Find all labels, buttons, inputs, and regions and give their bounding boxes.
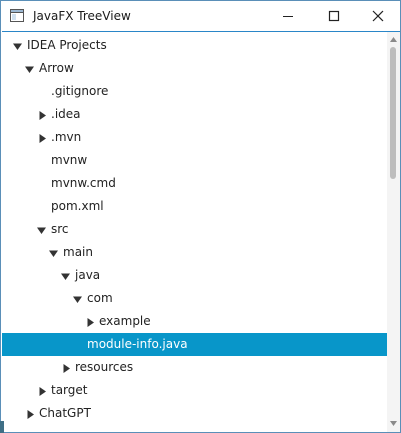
tree-item-mvnw[interactable]: mvnw: [2, 149, 387, 172]
tree-item-arrow[interactable]: Arrow: [2, 57, 387, 80]
scroll-up-icon[interactable]: [390, 36, 397, 43]
tree-item-pom-xml[interactable]: pom.xml: [2, 195, 387, 218]
tree-item-label: .mvn: [51, 130, 82, 144]
expanded-arrow-icon[interactable]: [13, 42, 22, 51]
close-button[interactable]: [355, 1, 400, 31]
tree-item-label: pom.xml: [51, 199, 104, 213]
collapsed-arrow-icon[interactable]: [26, 410, 35, 419]
window-title: JavaFX TreeView: [33, 9, 131, 23]
minimize-icon: [283, 16, 293, 17]
tree-item-chatgpt[interactable]: ChatGPT: [2, 402, 387, 425]
tree-item-com[interactable]: com: [2, 287, 387, 310]
tree-view[interactable]: IDEA Projects Arrow .gitignore .idea .mv…: [2, 31, 387, 432]
tree-item-label: resources: [75, 360, 134, 374]
maximize-button[interactable]: [311, 1, 357, 31]
desktop-edge: [0, 421, 4, 433]
tree-item-label: main: [63, 245, 93, 259]
collapsed-arrow-icon[interactable]: [86, 318, 95, 327]
tree-item-mvnw-cmd[interactable]: mvnw.cmd: [2, 172, 387, 195]
expanded-arrow-icon[interactable]: [73, 295, 82, 304]
collapsed-arrow-icon[interactable]: [38, 111, 47, 120]
tree-item-main[interactable]: main: [2, 241, 387, 264]
tree-item-label: com: [87, 291, 113, 305]
tree-item-target[interactable]: target: [2, 379, 387, 402]
tree-item-label: .gitignore: [51, 84, 109, 98]
tree-item-label: src: [51, 222, 69, 236]
app-window: JavaFX TreeView IDEA Projects Arrow .git…: [0, 0, 401, 433]
minimize-button[interactable]: [265, 1, 311, 31]
tree-item-label: example: [99, 314, 151, 328]
expanded-arrow-icon[interactable]: [49, 249, 58, 258]
tree-item-label: target: [51, 383, 88, 397]
tree-item-resources[interactable]: resources: [2, 356, 387, 379]
collapsed-arrow-icon[interactable]: [38, 387, 47, 396]
tree-item-label: module-info.java: [87, 337, 188, 351]
close-icon: [372, 10, 384, 22]
tree-item-label: IDEA Projects: [27, 38, 107, 52]
tree-item-label: mvnw: [51, 153, 88, 167]
tree-item-label: Arrow: [39, 61, 74, 75]
maximize-icon: [328, 10, 340, 22]
tree-item-idea-projects[interactable]: IDEA Projects: [2, 34, 387, 57]
expanded-arrow-icon[interactable]: [61, 272, 70, 281]
vertical-scrollbar[interactable]: [387, 31, 400, 432]
collapsed-arrow-icon[interactable]: [62, 364, 71, 373]
expanded-arrow-icon[interactable]: [25, 65, 34, 74]
tree-item-src[interactable]: src: [2, 218, 387, 241]
scroll-down-icon[interactable]: [390, 420, 397, 427]
tree-item-gitignore[interactable]: .gitignore: [2, 80, 387, 103]
expanded-arrow-icon[interactable]: [37, 226, 46, 235]
tree-item-example[interactable]: example: [2, 310, 387, 333]
tree-item-label: mvnw.cmd: [51, 176, 116, 190]
collapsed-arrow-icon[interactable]: [38, 134, 47, 143]
scrollbar-thumb[interactable]: [390, 47, 396, 179]
tree-item-label: ChatGPT: [39, 406, 91, 420]
tree-item-idea[interactable]: .idea: [2, 103, 387, 126]
tree-item-module-info-java[interactable]: module-info.java: [2, 333, 387, 356]
title-bar[interactable]: JavaFX TreeView: [1, 1, 400, 31]
tree-item-mvn[interactable]: .mvn: [2, 126, 387, 149]
tree-item-label: .idea: [51, 107, 81, 121]
tree-item-label: java: [75, 268, 101, 282]
tree-item-java[interactable]: java: [2, 264, 387, 287]
app-icon: [10, 9, 24, 22]
